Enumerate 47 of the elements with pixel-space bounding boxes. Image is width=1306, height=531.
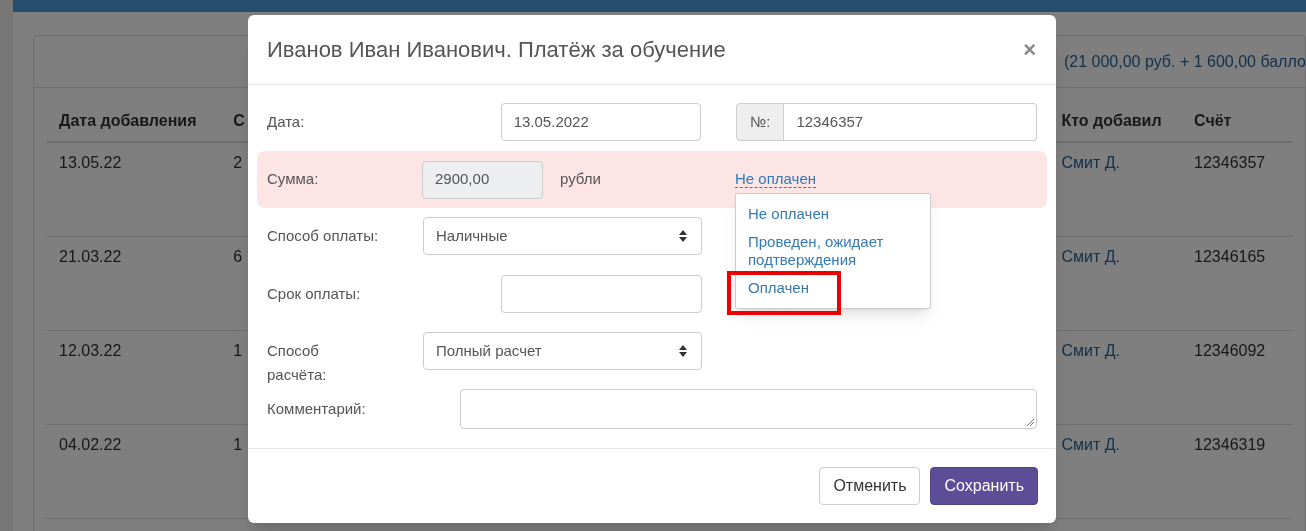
table-cell: 13.05.22 (59, 154, 122, 171)
status-link[interactable]: Не оплачен (735, 170, 816, 189)
due-date-field[interactable] (501, 275, 702, 313)
dialog-title: Иванов Иван Иванович. Платёж за обучение (267, 36, 726, 64)
select-arrows-icon (679, 230, 687, 242)
summary-total: (21 000,00 руб. + 1 600,00 балло (1064, 51, 1306, 72)
status-option[interactable]: Проведен, ожидает подтверждения (748, 233, 918, 270)
table-cell: 12.03.22 (59, 342, 122, 359)
column-header: Кто добавил (1061, 111, 1162, 129)
table-cell: 21.03.22 (59, 248, 122, 265)
comment-field[interactable] (459, 389, 1037, 429)
save-button[interactable]: Сохранить (930, 467, 1038, 505)
cancel-button[interactable]: Отменить (819, 467, 921, 505)
field-label: Срок оплаты: (267, 283, 362, 304)
currency-label: рубли (560, 170, 601, 188)
select-field[interactable]: Наличные (423, 217, 702, 255)
field-label: Сумма: (267, 169, 320, 190)
number-addon: №: (736, 103, 785, 141)
author-link[interactable]: Смит Д. (1061, 248, 1120, 265)
table-cell: 12346092 (1194, 342, 1266, 359)
author-link[interactable]: Смит Д. (1061, 154, 1120, 171)
table-cell: 1 (233, 342, 243, 359)
status-option[interactable]: Оплачен (748, 279, 918, 298)
table-cell: 2 (233, 154, 243, 171)
column-header: Счёт (1194, 111, 1232, 129)
select-field[interactable]: Полный расчет (423, 332, 702, 370)
table-cell: 04.02.22 (59, 436, 122, 453)
table-cell: 12346357 (1194, 154, 1266, 171)
amount-field: 2900,00 (422, 160, 543, 199)
field-label: Способ расчёта: (267, 341, 328, 385)
table-cell: 12346319 (1194, 436, 1266, 453)
resize-grip-icon[interactable] (1027, 419, 1034, 426)
author-link[interactable]: Смит Д. (1061, 436, 1120, 453)
status-option[interactable]: Не оплачен (748, 205, 918, 224)
author-link[interactable]: Смит Д. (1061, 342, 1120, 359)
close-button[interactable]: × (1023, 38, 1036, 61)
table-cell: 6 (233, 248, 243, 265)
date-field[interactable]: 13.05.2022 (500, 103, 702, 141)
select-arrows-icon (679, 345, 687, 357)
table-cell: 12346165 (1194, 248, 1266, 265)
field-label: Комментарий: (267, 398, 367, 419)
table-cell: 1 (233, 436, 243, 453)
field-label: Дата: (267, 111, 306, 132)
column-header: Дата добавления (59, 111, 197, 129)
number-field[interactable]: 12346357 (784, 103, 1037, 141)
column-header: С (233, 111, 245, 129)
field-label: Способ оплаты: (267, 225, 380, 246)
